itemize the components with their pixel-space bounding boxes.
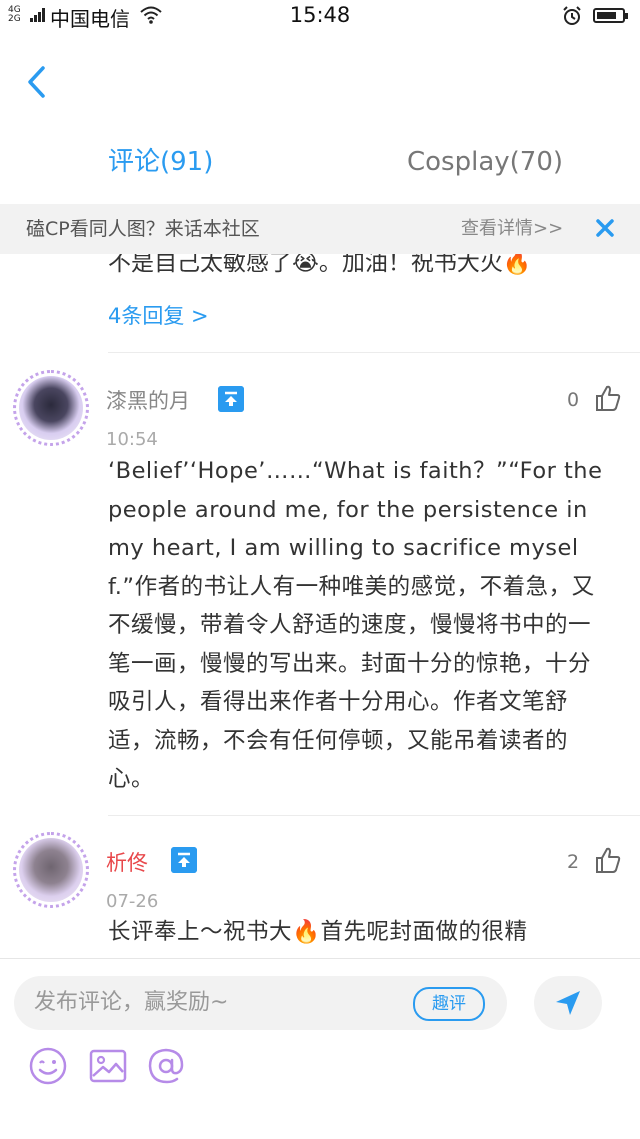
- banner-text: 磕CP看同人图？来话本社区: [26, 218, 260, 240]
- comment-username[interactable]: 析佟: [106, 847, 148, 877]
- divider: [108, 352, 640, 353]
- divider: [108, 815, 640, 816]
- like-count: 0: [567, 389, 580, 411]
- status-bar: 4G 2G 中国电信 15:48: [0, 0, 640, 34]
- tab-cosplay[interactable]: Cosplay(70): [407, 140, 563, 184]
- replies-link[interactable]: 4条回复 >: [108, 300, 209, 330]
- comment-username[interactable]: 漆黑的月: [106, 385, 190, 415]
- clock-time: 15:48: [289, 3, 351, 27]
- top-badge-icon: [171, 847, 197, 873]
- image-icon[interactable]: [88, 1046, 128, 1086]
- back-arrow-icon[interactable]: [24, 64, 48, 100]
- thumbs-up-icon[interactable]: [594, 384, 622, 412]
- comment-placeholder: 发布评论，赢奖励~: [34, 990, 229, 1015]
- like-count: 2: [567, 851, 580, 873]
- comment-time: 10:54: [106, 429, 158, 450]
- send-icon: [556, 991, 580, 1015]
- banner-details-link[interactable]: 查看详情>>: [461, 204, 563, 254]
- comment-time: 07-26: [106, 891, 159, 912]
- fun-review-button[interactable]: 趣评: [413, 987, 485, 1021]
- emoji-icon[interactable]: [28, 1046, 68, 1086]
- alarm-icon: [563, 6, 581, 25]
- community-banner[interactable]: 磕CP看同人图？来话本社区 查看详情>>: [0, 204, 640, 254]
- top-badge-icon: [218, 386, 244, 412]
- send-button[interactable]: [534, 976, 602, 1030]
- mention-icon[interactable]: [146, 1046, 186, 1086]
- battery-icon: [593, 8, 628, 23]
- comment-text: ‘Belief’‘Hope’……“What is faith？”“For the…: [108, 458, 603, 792]
- close-icon[interactable]: [594, 217, 616, 239]
- avatar[interactable]: [13, 832, 89, 908]
- thumbs-up-icon[interactable]: [594, 846, 622, 874]
- tab-comments[interactable]: 评论(91): [108, 140, 213, 184]
- comment-text: 长评奉上～祝书大🔥首先呢封面做的很精: [108, 919, 528, 945]
- avatar[interactable]: [13, 370, 89, 446]
